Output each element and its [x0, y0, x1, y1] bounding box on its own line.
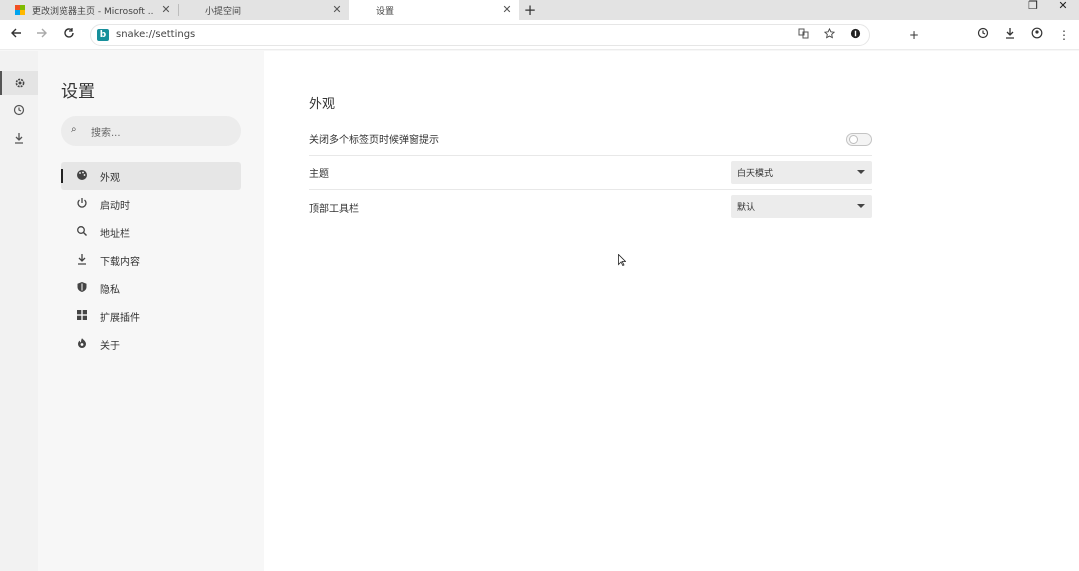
mouse-cursor-icon	[618, 254, 626, 266]
sidebar-item-extensions[interactable]: 扩展插件	[61, 302, 241, 330]
sidebar-item-startup[interactable]: 启动时	[61, 190, 241, 218]
profile-button[interactable]	[1029, 27, 1045, 43]
rail-downloads[interactable]	[0, 126, 38, 150]
power-icon	[75, 197, 89, 211]
tab-xiaoti-space[interactable]: 小提空间 ✕	[179, 0, 349, 20]
theme-select-value: 白天模式	[737, 169, 774, 179]
tab-microsoft-homepage[interactable]: 更改浏览器主页 - Microsoft ... ✕	[0, 0, 178, 20]
shield-icon[interactable]	[848, 28, 862, 42]
reload-button[interactable]	[61, 27, 77, 43]
setting-row-theme: 主题 白天模式	[309, 156, 872, 190]
tab-close-icon[interactable]: ✕	[501, 4, 513, 16]
search-placeholder: 搜索...	[91, 128, 121, 139]
forward-button[interactable]	[34, 27, 50, 43]
top-toolbar-select[interactable]: 默认	[731, 195, 872, 218]
rail-history[interactable]	[0, 98, 38, 122]
menu-button[interactable]: ⋮	[1056, 27, 1072, 43]
forward-arrow-icon	[37, 28, 47, 38]
downloads-button[interactable]	[1002, 27, 1018, 43]
microsoft-logo-icon	[15, 5, 25, 15]
theme-select[interactable]: 白天模式	[731, 161, 872, 184]
history-button[interactable]	[975, 27, 991, 43]
chevron-down-icon	[857, 204, 865, 208]
search-icon	[75, 225, 89, 239]
sidebar-item-label: 启动时	[100, 200, 130, 212]
sidebar-item-label: 外观	[100, 172, 120, 184]
tab-close-icon[interactable]: ✕	[331, 4, 343, 16]
sidebar-item-about[interactable]: 关于	[61, 330, 241, 358]
restore-window-button[interactable]: ❐	[1025, 0, 1041, 12]
download-icon	[75, 253, 89, 267]
sidebar-item-label: 地址栏	[100, 228, 130, 240]
about-icon	[75, 337, 89, 351]
setting-label: 顶部工具栏	[309, 203, 359, 215]
section-title: 外观	[309, 97, 336, 112]
side-rail	[0, 51, 38, 571]
back-arrow-icon	[11, 28, 21, 38]
back-button[interactable]	[8, 27, 24, 43]
tab-title: 更改浏览器主页 - Microsoft ...	[32, 6, 154, 17]
profile-icon	[1031, 27, 1043, 39]
setting-row-tab-close-warning: 关闭多个标签页时候弹窗提示	[309, 122, 872, 156]
site-favicon-icon: b	[97, 29, 109, 41]
setting-label: 关闭多个标签页时候弹窗提示	[309, 135, 439, 146]
extensions-icon	[75, 309, 89, 323]
history-icon	[13, 104, 25, 116]
top-toolbar-select-value: 默认	[737, 203, 756, 213]
url-text[interactable]: snake://settings	[116, 29, 195, 40]
address-bar[interactable]: b snake://settings	[90, 24, 870, 46]
sidebar-item-privacy[interactable]: 隐私	[61, 274, 241, 302]
download-icon	[15, 133, 23, 144]
address-toolbar: b snake://settings + ⋮	[0, 20, 1079, 50]
sidebar-item-address-bar[interactable]: 地址栏	[61, 218, 241, 246]
download-icon	[1006, 28, 1014, 39]
bookmark-star-icon[interactable]	[822, 27, 836, 42]
sidebar-item-label: 关于	[100, 340, 120, 352]
reload-icon	[64, 28, 74, 38]
tab-settings[interactable]: 设置 ✕	[349, 0, 519, 20]
sidebar-item-label: 扩展插件	[100, 312, 140, 324]
palette-icon	[75, 169, 89, 183]
add-button[interactable]: +	[906, 27, 922, 43]
history-icon	[977, 27, 989, 39]
settings-content: 外观 关闭多个标签页时候弹窗提示 主题 白天模式 顶部工具栏 默认	[264, 51, 1079, 571]
sidebar-item-appearance[interactable]: 外观	[61, 162, 241, 190]
search-input[interactable]: ⌕ 搜索...	[61, 116, 241, 146]
translate-icon[interactable]	[796, 28, 810, 42]
tab-strip: 更改浏览器主页 - Microsoft ... ✕ 小提空间 ✕ 设置 ✕ + …	[0, 0, 1079, 20]
new-tab-button[interactable]: +	[522, 2, 538, 18]
setting-row-top-toolbar: 顶部工具栏 默认	[309, 190, 872, 224]
toggle-knob	[849, 135, 858, 144]
setting-label: 主题	[309, 169, 329, 180]
search-icon: ⌕	[71, 124, 77, 135]
chevron-down-icon	[857, 170, 865, 174]
tab-close-warning-toggle[interactable]	[846, 133, 872, 146]
tab-title: 小提空间	[205, 6, 242, 17]
gear-icon	[15, 78, 25, 88]
sidebar-item-label: 下载内容	[100, 256, 140, 268]
shield-icon	[75, 281, 89, 295]
sidebar-item-downloads[interactable]: 下载内容	[61, 246, 241, 274]
sidebar-item-label: 隐私	[100, 284, 120, 296]
page-title: 设置	[61, 82, 95, 102]
rail-settings[interactable]	[0, 71, 38, 95]
tab-close-icon[interactable]: ✕	[160, 4, 172, 16]
close-window-button[interactable]: ✕	[1055, 0, 1071, 12]
tab-title: 设置	[376, 6, 395, 17]
settings-sidebar: 设置 ⌕ 搜索... 外观 启动时 地址栏 下载内容 隐私 扩展插件 关于	[38, 51, 264, 571]
